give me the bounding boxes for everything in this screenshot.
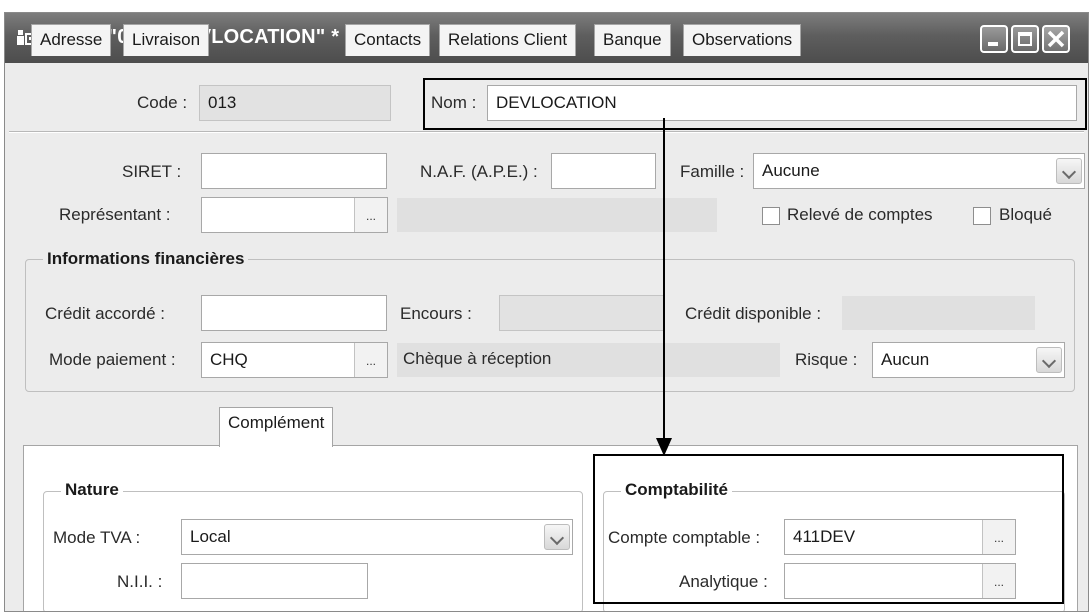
arrow-down-icon — [656, 438, 672, 456]
chevron-down-icon[interactable] — [1036, 347, 1062, 373]
credit-disponible-display — [842, 296, 1035, 330]
mode-paiement-lookup-button[interactable]: ... — [354, 343, 387, 377]
header-separator — [9, 131, 1084, 133]
close-icon — [1047, 30, 1065, 48]
risque-label: Risque : — [795, 350, 858, 369]
mode-tva-value: Local — [190, 527, 231, 546]
representant-input[interactable]: ... — [201, 197, 388, 233]
nii-label: N.I.I. : — [117, 572, 163, 591]
mode-paiement-value: CHQ — [210, 350, 248, 369]
client-window: Client "013 - DEVLOCATION" * Code : 013 … — [4, 12, 1089, 612]
maximize-icon — [1018, 32, 1032, 46]
representant-label: Représentant : — [59, 205, 171, 224]
tab-adresse[interactable]: Adresse — [31, 24, 112, 56]
nom-input[interactable]: DEVLOCATION — [487, 85, 1077, 121]
credit-disponible-label: Crédit disponible : — [685, 304, 822, 323]
nii-input[interactable] — [181, 563, 368, 599]
code-label: Code : — [137, 93, 188, 112]
close-button[interactable] — [1042, 25, 1070, 53]
releve-checkbox[interactable] — [762, 207, 780, 225]
representant-lookup-button[interactable]: ... — [354, 198, 387, 232]
code-field: 013 — [199, 85, 391, 121]
tab-banque[interactable]: Banque — [594, 24, 671, 56]
financial-group-title: Informations financières — [43, 249, 249, 269]
bloque-label: Bloqué — [999, 205, 1052, 224]
mode-paiement-label: Mode paiement : — [49, 350, 176, 369]
maximize-button[interactable] — [1011, 25, 1039, 53]
risque-select[interactable]: Aucun — [872, 342, 1065, 378]
tab-complement[interactable]: Complément — [219, 407, 334, 447]
naf-input[interactable] — [551, 153, 656, 189]
tab-contacts[interactable]: Contacts — [345, 24, 431, 56]
mode-tva-select[interactable]: Local — [181, 519, 573, 555]
tab-observations[interactable]: Observations — [683, 24, 802, 56]
mode-tva-label: Mode TVA : — [53, 528, 141, 547]
risque-value: Aucun — [881, 350, 930, 369]
nom-label: Nom : — [431, 93, 477, 112]
bloque-checkbox[interactable] — [973, 207, 991, 225]
siret-input[interactable] — [201, 153, 387, 189]
credit-accorde-input[interactable] — [201, 295, 387, 331]
mode-paiement-input[interactable]: CHQ ... — [201, 342, 388, 378]
mode-paiement-description: Chèque à réception — [397, 343, 780, 377]
annotation-arrow-line — [663, 118, 665, 441]
tab-relations-client[interactable]: Relations Client — [439, 24, 577, 56]
minimize-button[interactable] — [980, 25, 1008, 53]
famille-select[interactable]: Aucune — [753, 153, 1085, 189]
famille-label: Famille : — [680, 162, 745, 181]
siret-label: SIRET : — [122, 162, 182, 181]
representant-name-display — [397, 198, 717, 232]
encours-field — [499, 295, 665, 331]
famille-value: Aucune — [762, 161, 820, 180]
chevron-down-icon[interactable] — [544, 524, 570, 550]
chevron-down-icon[interactable] — [1056, 158, 1082, 184]
encours-label: Encours : — [400, 304, 472, 323]
tab-livraison[interactable]: Livraison — [123, 24, 210, 56]
releve-label: Relevé de comptes — [787, 205, 933, 224]
nature-group-title: Nature — [61, 480, 123, 500]
credit-accorde-label: Crédit accordé : — [45, 304, 165, 323]
comptabilite-highlight-box — [593, 454, 1064, 604]
minimize-icon — [988, 42, 998, 46]
naf-label: N.A.F. (A.P.E.) : — [420, 162, 538, 181]
